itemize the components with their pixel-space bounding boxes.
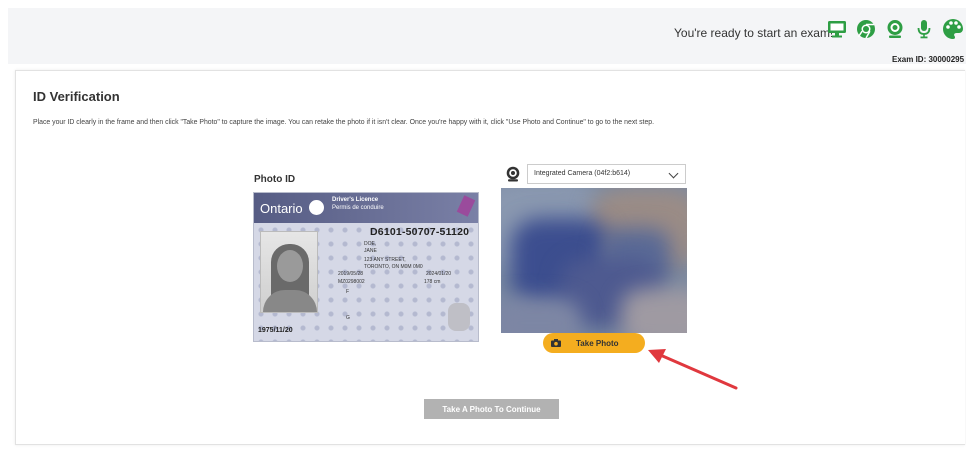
id-card-city: TORONTO, ON M0M 0M0 [364, 264, 423, 270]
take-photo-label: Take Photo [576, 338, 619, 348]
id-card-issued: 2019/05/28 [338, 271, 364, 277]
trillium-logo-icon [309, 200, 324, 215]
camera-icon [551, 339, 561, 347]
camera-select-value: Integrated Camera (04f2:b614) [534, 170, 631, 177]
take-photo-button[interactable]: Take Photo [543, 333, 645, 353]
id-card-class: G [346, 315, 350, 321]
id-verification-card [15, 70, 965, 445]
page-title: ID Verification [33, 89, 120, 104]
id-card-height: 178 cm [424, 279, 441, 285]
id-card-surname: DOE, [364, 241, 377, 247]
photo-id-label: Photo ID [254, 174, 296, 185]
pointer-arrow-annotation [648, 349, 738, 390]
id-card-given-name: JANE [364, 248, 377, 254]
id-card-street: 123 ANY STREET, [364, 257, 406, 263]
id-card-province: Ontario [260, 201, 303, 216]
camera-select-dropdown[interactable]: Integrated Camera (04f2:b614) [527, 164, 686, 184]
camera-preview [501, 188, 687, 333]
chrome-icon [855, 18, 877, 40]
ready-status-text: You're ready to start an exam! [674, 26, 834, 40]
monitor-icon [826, 18, 848, 40]
palette-icon [942, 18, 964, 40]
webcam-icon [505, 166, 521, 182]
id-card-licence-en: Driver's Licence [332, 197, 379, 203]
id-card-sex: F [346, 289, 350, 295]
webcam-icon [884, 18, 906, 40]
id-card-expiry: 2024/01/20 [426, 271, 452, 277]
id-card-dd-ref: MZ0298002 [338, 279, 365, 285]
id-card-number: D6101-50707-51120 [370, 226, 470, 238]
exam-id-label: Exam ID: 30000295 [892, 55, 965, 64]
microphone-icon [913, 18, 935, 40]
id-card-portrait [260, 231, 318, 313]
id-card-dob: 1975/11/20 [258, 327, 293, 334]
sample-id-card-image: Ontario Driver's Licence Permis de condu… [253, 192, 479, 342]
id-card-ghost-photo [448, 303, 470, 331]
instructions-text: Place your ID clearly in the frame and t… [33, 119, 655, 126]
chevron-down-icon [668, 168, 679, 179]
id-card-licence-fr: Permis de conduire [332, 205, 384, 211]
continue-button[interactable]: Take A Photo To Continue [424, 399, 559, 419]
